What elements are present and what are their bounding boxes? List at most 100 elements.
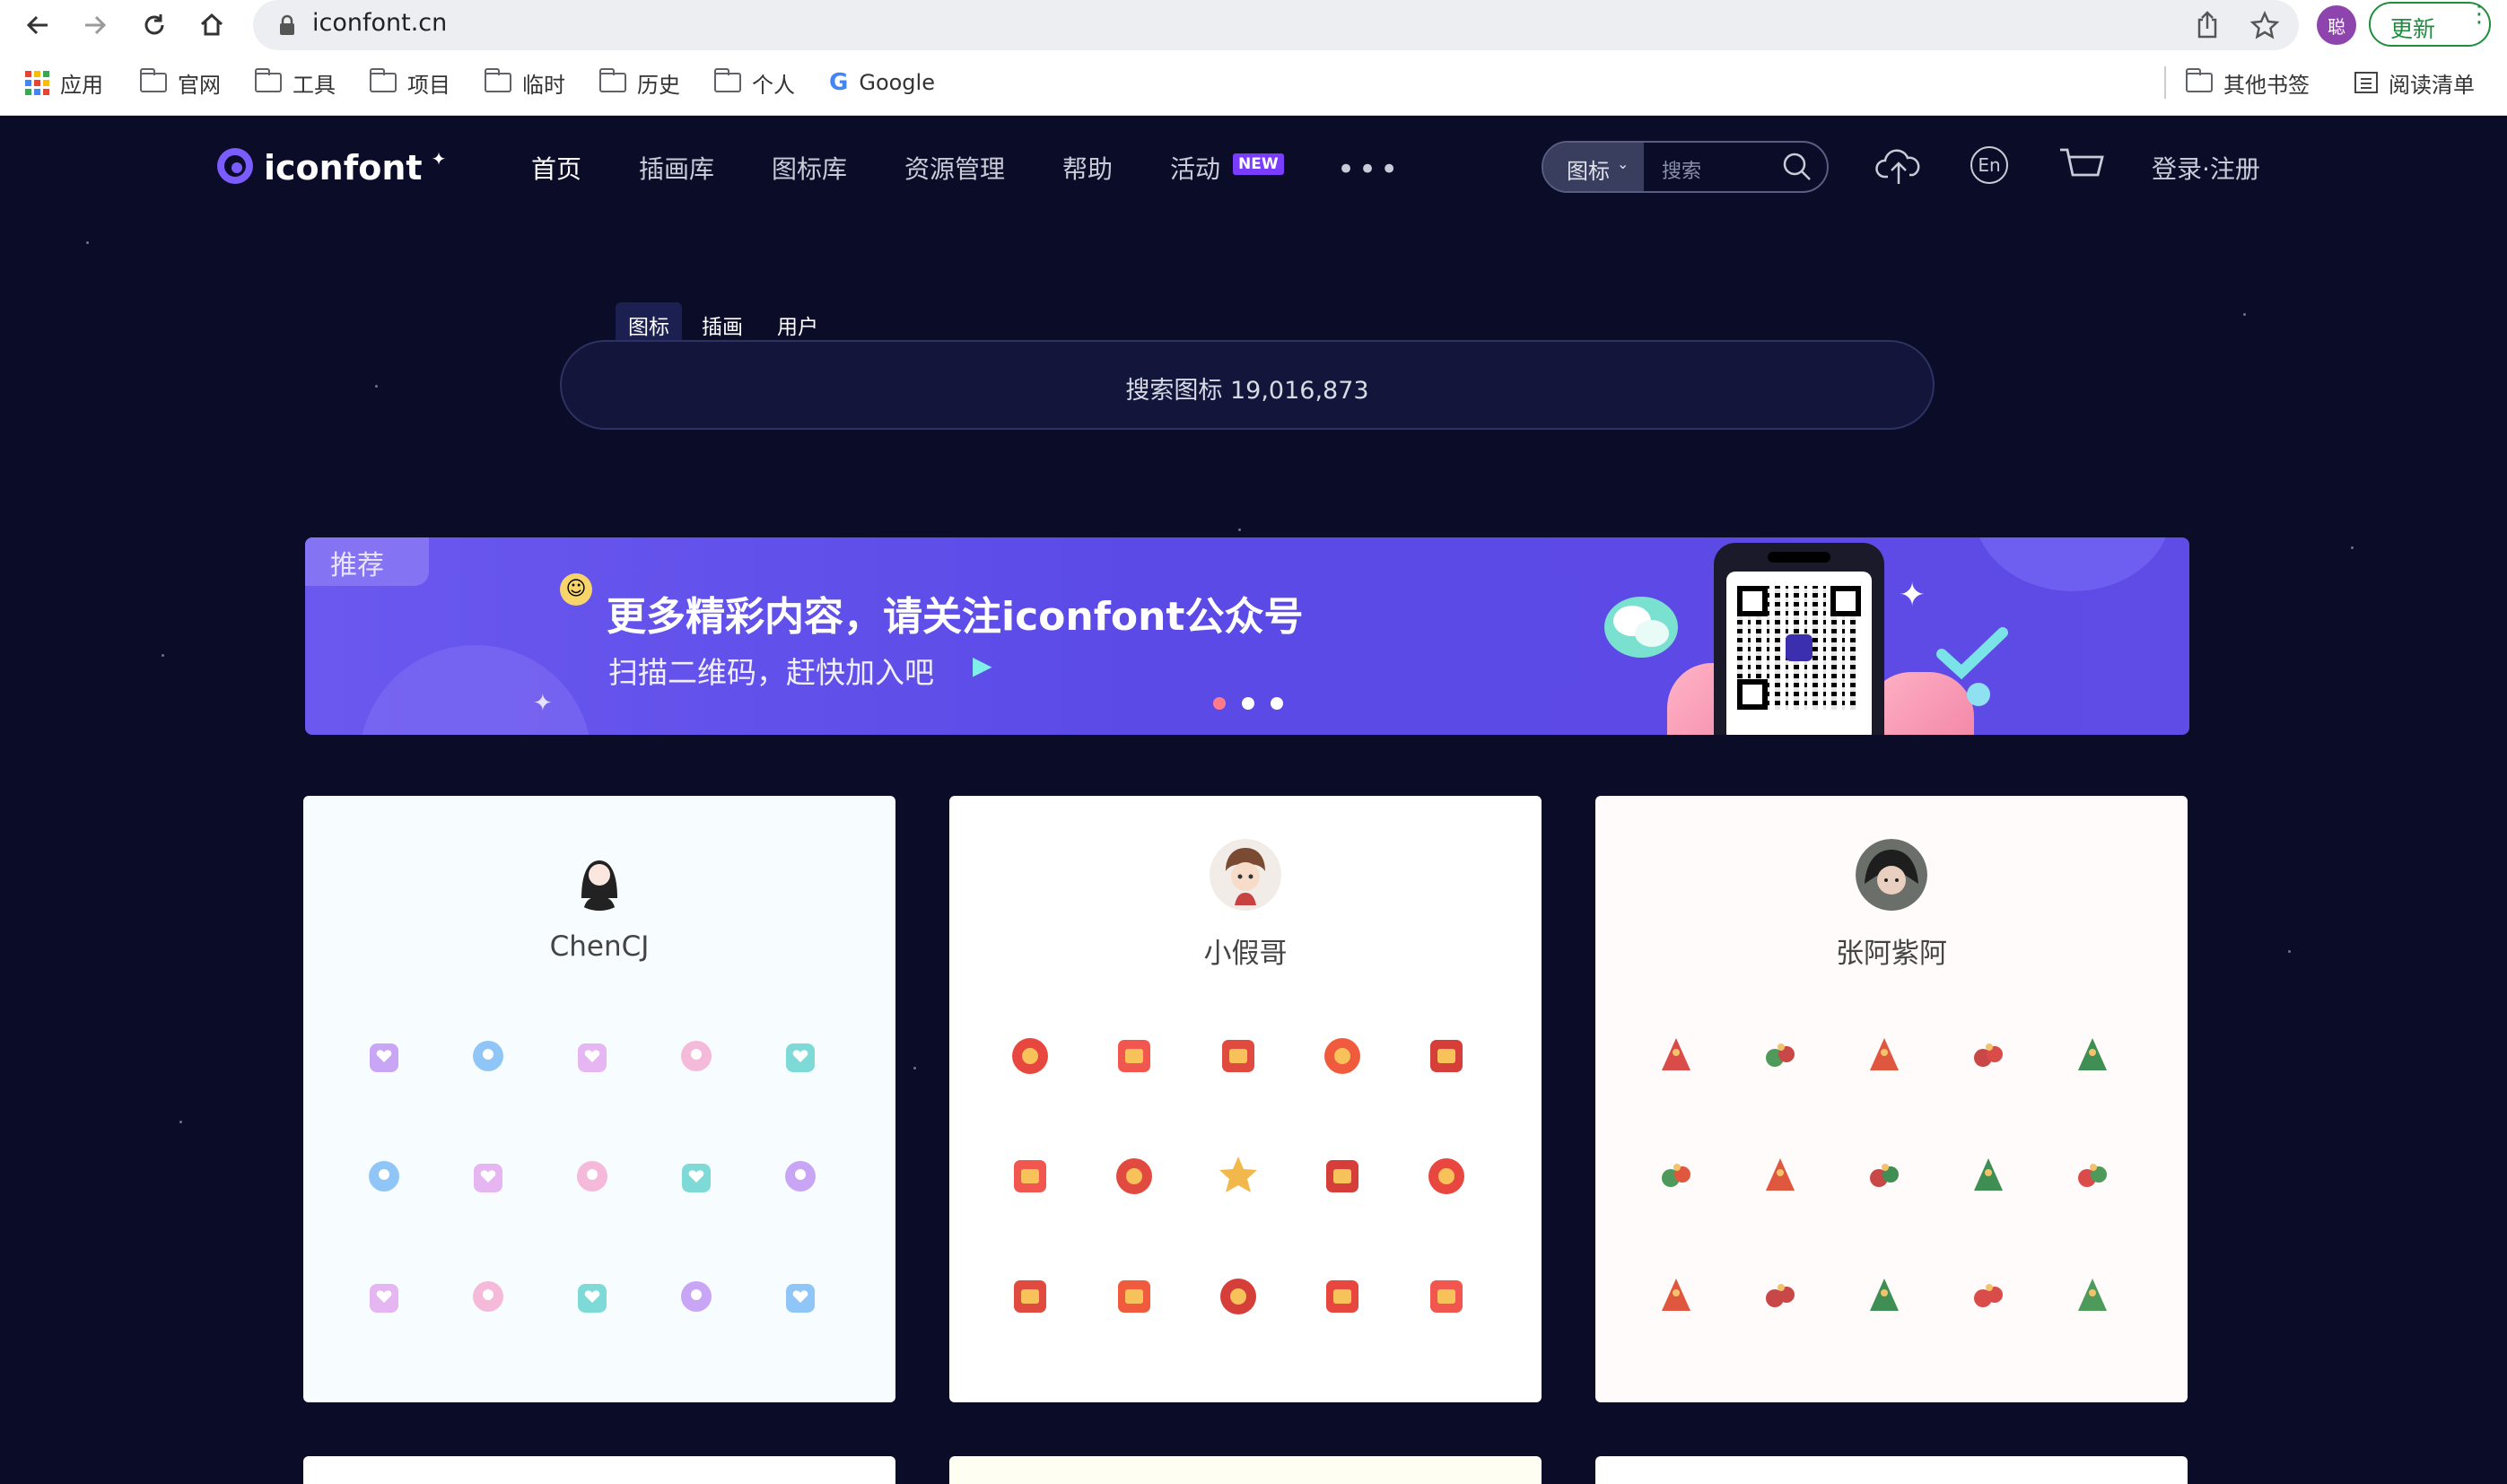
user-name[interactable]: ChenCJ: [303, 930, 895, 963]
address-bar[interactable]: iconfont.cn: [253, 0, 2299, 50]
language-toggle[interactable]: En: [1970, 146, 2008, 184]
header-search[interactable]: 图标 ⌄ 搜索: [1542, 141, 1829, 193]
collection-card[interactable]: [303, 1456, 895, 1484]
reload-icon[interactable]: [135, 5, 174, 45]
fu-diamond-icon[interactable]: [1202, 1261, 1274, 1332]
star-icon[interactable]: [1202, 1140, 1274, 1212]
chinese-knot-icon[interactable]: [1098, 1261, 1170, 1332]
upload-icon[interactable]: [1875, 143, 1922, 191]
palace-icon[interactable]: [348, 1020, 420, 1092]
stocking-icon[interactable]: [2057, 1020, 2128, 1092]
carrot-icon[interactable]: [1848, 1140, 1920, 1212]
profile-avatar[interactable]: 聪: [2317, 5, 2356, 45]
crystal-ball-icon[interactable]: [348, 1140, 420, 1212]
message-icon[interactable]: [1306, 1140, 1378, 1212]
promo-banner[interactable]: 推荐 ☺ 更多精彩内容，请关注iconfont公众号 扫描二维码，赶快加入吧 ▶…: [305, 537, 2189, 735]
teddy-bear-icon[interactable]: [452, 1020, 524, 1092]
love-letter-icon[interactable]: [452, 1261, 524, 1332]
share-icon[interactable]: [2195, 11, 2220, 43]
carousel-dot[interactable]: [1242, 697, 1254, 710]
bookmark-folder[interactable]: 临时: [484, 65, 565, 100]
couple-boy-icon[interactable]: [660, 1140, 732, 1212]
ornament-icon[interactable]: [1848, 1261, 1920, 1332]
potted-plant-icon[interactable]: [556, 1261, 628, 1332]
cart-icon[interactable]: [2058, 146, 2105, 191]
car-icon[interactable]: [348, 1261, 420, 1332]
peppermint-icon[interactable]: [1744, 1261, 1816, 1332]
collection-card[interactable]: [949, 1456, 1542, 1484]
bookmark-folder[interactable]: 历史: [598, 65, 680, 100]
forward-icon[interactable]: [75, 5, 115, 45]
collection-card[interactable]: 张阿紫阿: [1595, 796, 2188, 1402]
diamond-ring-icon[interactable]: [764, 1261, 836, 1332]
bookmark-folder[interactable]: 项目: [369, 65, 450, 100]
search-type-select[interactable]: 图标 ⌄: [1543, 143, 1644, 191]
more-icon[interactable]: •••: [1337, 152, 1402, 188]
search-tab-icons[interactable]: 图标: [616, 302, 682, 342]
user-avatar[interactable]: [1210, 839, 1281, 911]
bookmark-folder[interactable]: 官网: [139, 65, 221, 100]
reading-list[interactable]: 阅读清单: [2354, 65, 2475, 100]
champagne-icon[interactable]: [660, 1020, 732, 1092]
bookmark-star-icon[interactable]: [2249, 10, 2280, 43]
lantern-icon[interactable]: [994, 1020, 1066, 1092]
bookmark-other[interactable]: 其他书签: [2185, 65, 2310, 100]
search-icon[interactable]: [1782, 152, 1813, 186]
bells-icon[interactable]: [1640, 1140, 1712, 1212]
home-icon[interactable]: [192, 5, 231, 45]
snowflake-icon[interactable]: [1952, 1020, 2024, 1092]
ribbon-icon[interactable]: [1744, 1140, 1816, 1212]
bouquet-icon[interactable]: [764, 1020, 836, 1092]
nav-illustrations[interactable]: 插画库: [639, 150, 714, 186]
nav-resources[interactable]: 资源管理: [904, 150, 1005, 186]
snowman-icon[interactable]: [1952, 1140, 2024, 1212]
christmas-tree-icon[interactable]: [2057, 1140, 2128, 1212]
round-lantern-icon[interactable]: [1411, 1020, 1482, 1092]
user-name[interactable]: 张阿紫阿: [1595, 930, 2188, 971]
iconfont-logo[interactable]: iconfont ✦: [215, 146, 446, 189]
red-envelope-icon[interactable]: [1098, 1020, 1170, 1092]
nav-icons[interactable]: 图标库: [772, 150, 847, 186]
bookmark-folder[interactable]: 工具: [254, 65, 336, 100]
gift-bag-icon[interactable]: [1098, 1140, 1170, 1212]
user-avatar[interactable]: [563, 839, 635, 911]
collection-card[interactable]: [1595, 1456, 2188, 1484]
envelope-icon[interactable]: [1411, 1140, 1482, 1212]
candy-cane-icon[interactable]: [1744, 1020, 1816, 1092]
gift-box-icon[interactable]: [556, 1020, 628, 1092]
carousel-dot[interactable]: [1271, 697, 1283, 710]
couple-girl-icon[interactable]: [556, 1140, 628, 1212]
login-register[interactable]: 登录·注册: [2152, 150, 2260, 186]
holly-icon[interactable]: [1640, 1020, 1712, 1092]
user-avatar[interactable]: [1856, 839, 1927, 911]
notebook-icon[interactable]: [452, 1140, 524, 1212]
fu-lantern-icon[interactable]: [1306, 1261, 1378, 1332]
coin-icon[interactable]: [994, 1140, 1066, 1212]
berries-icon[interactable]: [1848, 1020, 1920, 1092]
bookmark-google[interactable]: G Google: [829, 65, 935, 100]
search-tab-users[interactable]: 用户: [777, 310, 818, 340]
collection-card[interactable]: 小假哥: [949, 796, 1542, 1402]
nav-help[interactable]: 帮助: [1062, 150, 1113, 186]
nav-home[interactable]: 首页: [531, 150, 581, 186]
collection-card[interactable]: ChenCJ: [303, 796, 895, 1402]
love-bag-icon[interactable]: [764, 1140, 836, 1212]
bookmark-apps[interactable]: 应用: [25, 65, 103, 100]
banner-subtitle: 扫描二维码，赶快加入吧: [608, 655, 934, 690]
search-tab-illustrations[interactable]: 插画: [702, 310, 743, 340]
calendar-icon[interactable]: [1411, 1261, 1482, 1332]
main-search-input[interactable]: 搜索图标 19,016,873: [560, 340, 1935, 430]
gift-icon[interactable]: [1306, 1020, 1378, 1092]
back-icon[interactable]: [18, 5, 57, 45]
user-name[interactable]: 小假哥: [949, 930, 1542, 971]
camera-icon[interactable]: [660, 1261, 732, 1332]
firecracker-icon[interactable]: [1202, 1020, 1274, 1092]
update-button[interactable]: 更新 ⋮: [2369, 2, 2491, 47]
hot-cocoa-icon[interactable]: [1952, 1261, 2024, 1332]
carousel-dot-active[interactable]: [1213, 697, 1226, 710]
bookmark-folder[interactable]: 个人: [713, 65, 795, 100]
ticket-icon[interactable]: [994, 1261, 1066, 1332]
elf-hat-icon[interactable]: [1640, 1261, 1712, 1332]
nav-activity[interactable]: 活动: [1170, 150, 1220, 186]
gingerbread-icon[interactable]: [2057, 1261, 2128, 1332]
